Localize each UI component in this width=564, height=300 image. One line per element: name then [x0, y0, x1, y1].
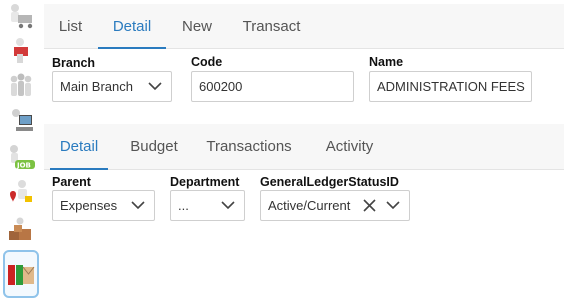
computer-user-icon	[12, 109, 33, 131]
chevron-down-icon	[148, 80, 162, 94]
subtab-detail[interactable]: Detail	[50, 124, 108, 170]
tab-detail[interactable]: Detail	[98, 4, 166, 49]
chevron-down-icon	[131, 199, 145, 213]
ledger-books-icon	[8, 265, 35, 285]
branch-select[interactable]: Main Branch	[52, 71, 172, 102]
people-group-icon	[10, 73, 32, 96]
rail-item-boxes[interactable]	[3, 213, 39, 247]
code-label: Code	[191, 55, 223, 69]
rail-item-first-aid[interactable]	[3, 176, 39, 210]
module-rail: JOB	[0, 0, 44, 300]
tab-list[interactable]: List	[50, 4, 91, 48]
svg-text:JOB: JOB	[16, 162, 31, 170]
subtab-activity[interactable]: Activity	[318, 124, 381, 169]
main-tab-bar: List Detail New Transact	[44, 4, 564, 49]
detail-tab-bar: Detail Budget Transactions Activity	[44, 124, 564, 170]
subtab-budget[interactable]: Budget	[124, 124, 184, 169]
job-icon: JOB	[10, 145, 35, 170]
rail-item-job[interactable]: JOB	[3, 140, 39, 174]
cart-icon	[11, 4, 33, 29]
parent-select[interactable]: Expenses	[52, 190, 155, 221]
name-label: Name	[369, 55, 404, 69]
code-value: 600200	[199, 79, 243, 94]
close-icon[interactable]	[362, 199, 376, 213]
subtab-transactions[interactable]: Transactions	[204, 124, 294, 169]
status-label: GeneralLedgerStatusID	[260, 175, 399, 189]
boxes-icon	[9, 217, 31, 240]
chevron-down-icon	[386, 199, 400, 213]
parent-value: Expenses	[60, 198, 118, 213]
first-aid-person-icon	[10, 180, 32, 202]
code-field[interactable]: 600200	[191, 71, 354, 102]
tab-transact[interactable]: Transact	[235, 4, 308, 48]
rail-item-computer[interactable]	[3, 104, 39, 138]
delivery-person-icon	[14, 38, 28, 63]
branch-label: Branch	[52, 56, 96, 70]
rail-item-ledger[interactable]	[3, 250, 39, 298]
rail-item-people[interactable]	[3, 69, 39, 103]
branch-value: Main Branch	[60, 79, 133, 94]
rail-item-cart[interactable]	[3, 0, 39, 34]
department-select[interactable]: ...	[170, 190, 245, 221]
chevron-down-icon	[221, 199, 235, 213]
app-window: JOB List Detail New Transact Branch Main…	[0, 0, 564, 300]
status-value: Active/Current	[268, 198, 351, 213]
name-value: ADMINISTRATION FEES	[377, 79, 525, 94]
status-select[interactable]: Active/Current	[260, 190, 410, 221]
parent-label: Parent	[52, 175, 91, 189]
name-field[interactable]: ADMINISTRATION FEES	[369, 71, 532, 102]
rail-item-delivery[interactable]	[3, 34, 39, 68]
department-label: Department	[170, 175, 240, 189]
tab-new[interactable]: New	[175, 4, 219, 48]
department-value: ...	[178, 198, 189, 213]
